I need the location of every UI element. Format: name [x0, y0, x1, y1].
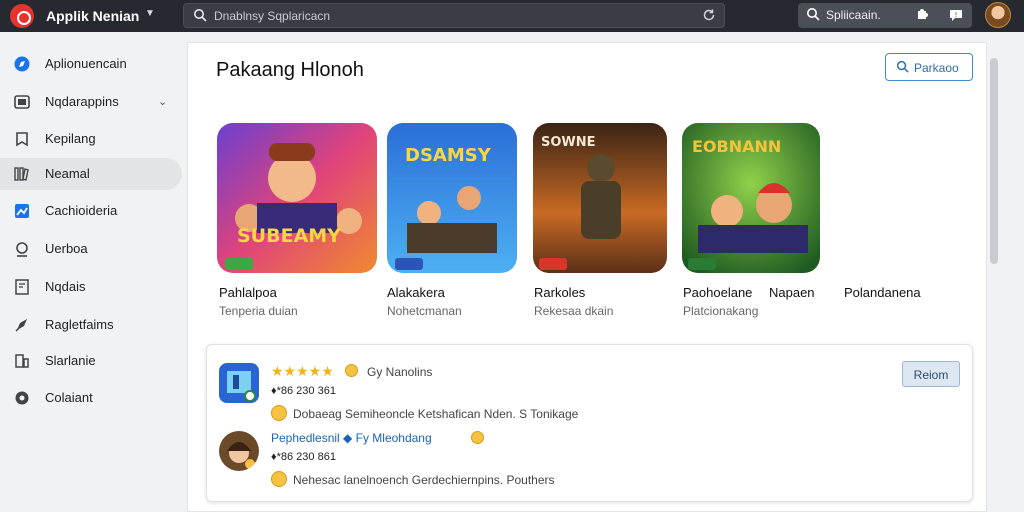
- sidebar-item-label: Nqdarappins: [45, 94, 119, 109]
- sidebar-item-7[interactable]: Nqdais: [0, 271, 182, 303]
- search-icon: [896, 60, 909, 73]
- review-text: Dobaeag Semiheoncle Ketshafican Nden. S …: [293, 407, 579, 421]
- sidebar: Aplionuencain Nqdarappins ⌄ Kepilang Nea…: [0, 32, 185, 512]
- app-name[interactable]: Pahlalpoa: [219, 285, 277, 300]
- top-bar: Applik Nenian ▼ Dnablnsy Sqplaricacn Spl…: [0, 0, 1024, 32]
- reviewer-app-icon[interactable]: [219, 363, 259, 403]
- sidebar-item-label: Uerboa: [45, 241, 88, 256]
- app-subtitle: Rekesaa dkain: [534, 304, 614, 318]
- svg-text:!: !: [955, 11, 958, 19]
- star-rating: ★★★★★: [271, 363, 334, 379]
- user-icon: [16, 242, 28, 257]
- sidebar-item-label: Cachioideria: [45, 203, 118, 218]
- app-name[interactable]: Paohoelane: [683, 285, 752, 300]
- main-panel: Pakaang Hlonoh Parkaoo SUBEAMY Pahlalpoa…: [187, 42, 987, 512]
- app-subtitle: Platcionakang: [683, 304, 759, 318]
- chart-icon: [15, 204, 29, 218]
- compass-icon: [14, 56, 30, 72]
- page-title: Pakaang Hlonoh: [216, 59, 364, 81]
- search-placeholder: Dnablnsy Sqplaricacn: [214, 9, 331, 23]
- reviewer-avatar[interactable]: [219, 431, 259, 471]
- sidebar-item-6[interactable]: Uerboa: [0, 233, 182, 265]
- puzzle-icon[interactable]: [916, 7, 932, 23]
- app-title[interactable]: Applik Nenian: [46, 8, 139, 24]
- sidebar-item-label: Kepilang: [45, 131, 96, 146]
- sidebar-item-label: Colaiant: [45, 390, 93, 405]
- review-text: Nehesac lanelnoench Gerdechiernpins. Pou…: [293, 473, 555, 487]
- review-meta: ♦*86 230 361: [271, 385, 336, 397]
- smile-emoji-icon: [471, 431, 484, 444]
- sidebar-item-1[interactable]: Aplionuencain: [0, 48, 182, 80]
- app-subtitle: Tenperia duian: [219, 304, 298, 318]
- search-icon: [194, 9, 207, 22]
- scrollbar[interactable]: [990, 58, 998, 264]
- chat-icon[interactable]: !: [948, 7, 964, 23]
- app-name[interactable]: Napaen: [769, 285, 815, 300]
- secondary-search-text: Spliicaain.: [826, 8, 881, 22]
- bookmark-icon: [16, 132, 28, 147]
- sidebar-item-label: Ragletfaims: [45, 317, 114, 332]
- sidebar-item-label: Aplionuencain: [45, 56, 127, 71]
- sidebar-item-label: Neamal: [45, 166, 90, 181]
- sidebar-item-8[interactable]: Ragletfaims: [0, 309, 182, 341]
- sidebar-item-label: Nqdais: [45, 279, 86, 294]
- search-input[interactable]: Dnablnsy Sqplaricacn: [183, 3, 725, 28]
- review-author: Gy Nanolins: [367, 365, 433, 379]
- user-avatar[interactable]: [985, 2, 1011, 28]
- sidebar-item-5[interactable]: Cachioideria: [0, 195, 182, 227]
- app-name[interactable]: Rarkoles: [534, 285, 585, 300]
- search-icon: [807, 8, 820, 21]
- smile-emoji-icon: [271, 405, 287, 421]
- app-subtitle: Nohetcmanan: [387, 304, 462, 318]
- review-author-link[interactable]: Pephedlesnil ◆ Fy Mleohdang: [271, 431, 432, 445]
- sidebar-item-10[interactable]: Colaiant: [0, 382, 182, 414]
- app-name[interactable]: Alakakera: [387, 285, 445, 300]
- game-icon-text: SOWNE: [541, 135, 596, 150]
- game-icon-text: DSAMSY: [405, 145, 491, 166]
- app-name[interactable]: Polandanena: [844, 285, 921, 300]
- refresh-icon[interactable]: [702, 8, 716, 22]
- sidebar-item-9[interactable]: Slarlanie: [0, 345, 182, 377]
- smile-emoji-icon: [345, 364, 358, 377]
- document-icon: [15, 279, 29, 295]
- settings-icon: [15, 391, 29, 405]
- game-icon-text: EOBNANN: [692, 137, 782, 156]
- sidebar-item-4[interactable]: Neamal: [0, 158, 182, 190]
- report-button-label: Reiom: [913, 368, 949, 382]
- chevron-down-icon[interactable]: ⌄: [158, 95, 167, 108]
- rocket-icon: [15, 319, 27, 332]
- game-icon-text: SUBEAMY: [237, 225, 341, 247]
- search-button-label: Parkaoo: [914, 61, 959, 75]
- secondary-search[interactable]: Spliicaain. !: [798, 3, 972, 28]
- sidebar-item-3[interactable]: Kepilang: [0, 123, 182, 155]
- sidebar-item-label: Slarlanie: [45, 353, 96, 368]
- app-logo-icon[interactable]: [10, 4, 34, 28]
- device-icon: [15, 354, 29, 368]
- review-meta: ♦*86 230 861: [271, 451, 336, 463]
- report-button[interactable]: Reiom: [902, 361, 960, 387]
- smile-emoji-icon: [271, 471, 287, 487]
- caret-down-icon[interactable]: ▼: [145, 8, 155, 19]
- library-icon: [14, 167, 29, 181]
- apps-icon: [14, 95, 30, 109]
- sidebar-item-2[interactable]: Nqdarappins ⌄: [0, 86, 182, 118]
- search-button[interactable]: Parkaoo: [885, 53, 973, 81]
- game-icon[interactable]: [217, 123, 377, 273]
- reviews-panel: ★★★★★ Gy Nanolins ♦*86 230 361 Dobaeag S…: [206, 344, 973, 502]
